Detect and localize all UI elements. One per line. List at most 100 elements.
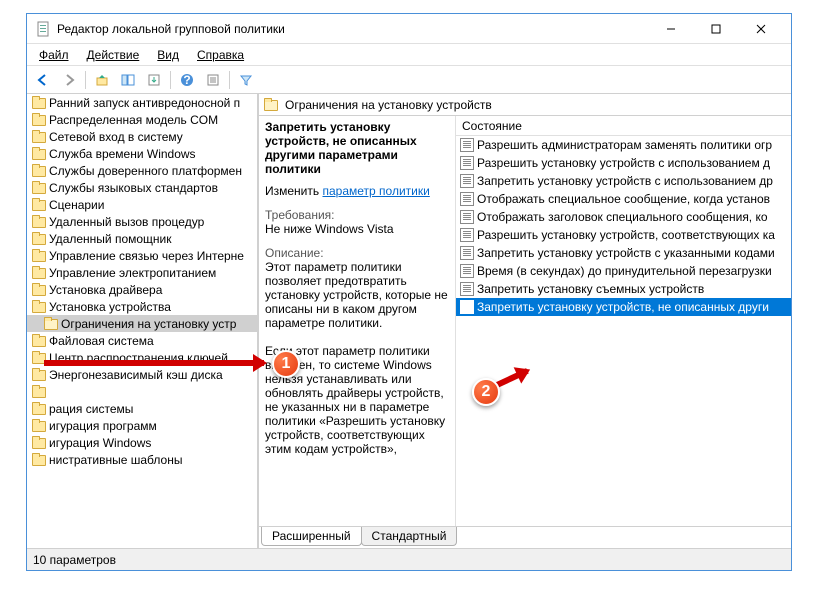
folder-icon: [31, 198, 47, 212]
folder-icon: [31, 402, 47, 416]
folder-icon: [31, 368, 47, 382]
folder-icon: [31, 96, 47, 110]
folder-icon: [31, 334, 47, 348]
folder-icon: [31, 453, 47, 467]
show-hide-tree-button[interactable]: [116, 69, 140, 91]
policy-item[interactable]: Запретить установку съемных устройств: [456, 280, 791, 298]
tree-item[interactable]: Служба времени Windows: [27, 145, 257, 162]
minimize-button[interactable]: [648, 15, 693, 43]
view-tabs: Расширенный Стандартный: [259, 526, 791, 548]
titlebar: Редактор локальной групповой политики: [27, 14, 791, 44]
content-area: Ранний запуск антивредоносной п Распредел…: [27, 94, 791, 548]
list-header-state[interactable]: Состояние: [456, 116, 791, 136]
tree-item[interactable]: Файловая система: [27, 332, 257, 349]
menu-view[interactable]: Вид: [149, 46, 187, 64]
tab-extended[interactable]: Расширенный: [261, 527, 362, 546]
policy-list[interactable]: Разрешить администраторам заменять полит…: [456, 136, 791, 316]
change-setting-link[interactable]: параметр политики: [322, 184, 429, 198]
tree-item[interactable]: Сценарии: [27, 196, 257, 213]
tree-item[interactable]: Ранний запуск антивредоносной п: [27, 94, 257, 111]
tree-item[interactable]: Управление связью через Интерне: [27, 247, 257, 264]
tree-item-label: Удаленный помощник: [49, 232, 172, 246]
policy-item-label: Разрешить администраторам заменять полит…: [477, 138, 772, 152]
tab-standard[interactable]: Стандартный: [361, 527, 458, 546]
policy-title: Запретить установку устройств, не описан…: [265, 120, 449, 176]
tree-item-label: Служба времени Windows: [49, 147, 196, 161]
folder-icon: [31, 266, 47, 280]
policy-icon: [460, 282, 474, 296]
tree-item[interactable]: Удаленный помощник: [27, 230, 257, 247]
tree-item[interactable]: Установка устройства: [27, 298, 257, 315]
folder-icon: [31, 164, 47, 178]
policy-item[interactable]: Разрешить установку устройств, соответст…: [456, 226, 791, 244]
maximize-button[interactable]: [693, 15, 738, 43]
export-button[interactable]: [142, 69, 166, 91]
tree-item[interactable]: Управление электропитанием: [27, 264, 257, 281]
forward-button[interactable]: [57, 69, 81, 91]
tree-item-label: Сетевой вход в систему: [49, 130, 183, 144]
tree-item[interactable]: Энергонезависимый кэш диска: [27, 366, 257, 383]
tree-item-label: игурация Windows: [49, 436, 151, 450]
tree-panel[interactable]: Ранний запуск антивредоносной п Распредел…: [27, 94, 259, 548]
folder-icon: [31, 385, 47, 399]
policy-item[interactable]: Запретить установку устройств с использо…: [456, 172, 791, 190]
folder-icon: [31, 283, 47, 297]
toolbar: ?: [27, 66, 791, 94]
policy-icon: [460, 210, 474, 224]
tree-item[interactable]: рация системы: [27, 400, 257, 417]
policy-item-label: Отображать заголовок специального сообще…: [477, 210, 768, 224]
policy-icon: [460, 246, 474, 260]
folder-open-icon: [263, 98, 279, 112]
tree-item[interactable]: Распределенная модель COM: [27, 111, 257, 128]
tree-item-label: игурация программ: [49, 419, 157, 433]
tree-item[interactable]: Удаленный вызов процедур: [27, 213, 257, 230]
folder-icon: [31, 181, 47, 195]
policy-item[interactable]: Отображать заголовок специального сообще…: [456, 208, 791, 226]
tree-item[interactable]: Службы языковых стандартов: [27, 179, 257, 196]
tree-item[interactable]: Ограничения на установку устр: [27, 315, 257, 332]
annotation-arrow-1: [44, 360, 264, 366]
tree-item[interactable]: игурация Windows: [27, 434, 257, 451]
svg-text:?: ?: [183, 73, 190, 87]
tree-item-label: Энергонезависимый кэш диска: [49, 368, 223, 382]
tree-item[interactable]: Службы доверенного платформен: [27, 162, 257, 179]
tree-item[interactable]: игурация программ: [27, 417, 257, 434]
tree-item-label: Сценарии: [49, 198, 104, 212]
policy-item[interactable]: Запретить установку устройств, не описан…: [456, 298, 791, 316]
policy-item[interactable]: Время (в секундах) до принудительной пер…: [456, 262, 791, 280]
right-panel: Ограничения на установку устройств Запре…: [259, 94, 791, 548]
menu-action[interactable]: Действие: [79, 46, 148, 64]
back-button[interactable]: [31, 69, 55, 91]
policy-icon: [460, 228, 474, 242]
policy-list-panel: Состояние Разрешить администраторам заме…: [455, 116, 791, 526]
folder-icon: [31, 215, 47, 229]
policy-item-label: Время (в секундах) до принудительной пер…: [477, 264, 772, 278]
filter-button[interactable]: [234, 69, 258, 91]
tree-item[interactable]: нистративные шаблоны: [27, 451, 257, 468]
up-button[interactable]: [90, 69, 114, 91]
policy-item[interactable]: Запретить установку устройств с указанны…: [456, 244, 791, 262]
window-title: Редактор локальной групповой политики: [57, 22, 648, 36]
close-button[interactable]: [738, 15, 783, 43]
app-icon: [35, 21, 51, 37]
policy-item[interactable]: Разрешить администраторам заменять полит…: [456, 136, 791, 154]
menu-help[interactable]: Справка: [189, 46, 252, 64]
policy-item[interactable]: Отображать специальное сообщение, когда …: [456, 190, 791, 208]
tree-item-label: Управление связью через Интерне: [49, 249, 244, 263]
policy-item-label: Отображать специальное сообщение, когда …: [477, 192, 770, 206]
policy-item[interactable]: Разрешить установку устройств с использо…: [456, 154, 791, 172]
tree-item[interactable]: Установка драйвера: [27, 281, 257, 298]
policy-icon: [460, 300, 474, 314]
tree-item-label: Распределенная модель COM: [49, 113, 218, 127]
tree-item-label: Службы доверенного платформен: [49, 164, 242, 178]
properties-button[interactable]: [201, 69, 225, 91]
folder-icon: [31, 249, 47, 263]
tree-item[interactable]: Сетевой вход в систему: [27, 128, 257, 145]
tree-item[interactable]: [27, 383, 257, 400]
requirements-section: Требования: Не ниже Windows Vista: [265, 208, 449, 236]
menu-file[interactable]: Файл: [31, 46, 77, 64]
menubar: Файл Действие Вид Справка: [27, 44, 791, 66]
folder-icon: [31, 147, 47, 161]
help-button[interactable]: ?: [175, 69, 199, 91]
tree-item-label: Установка устройства: [49, 300, 171, 314]
